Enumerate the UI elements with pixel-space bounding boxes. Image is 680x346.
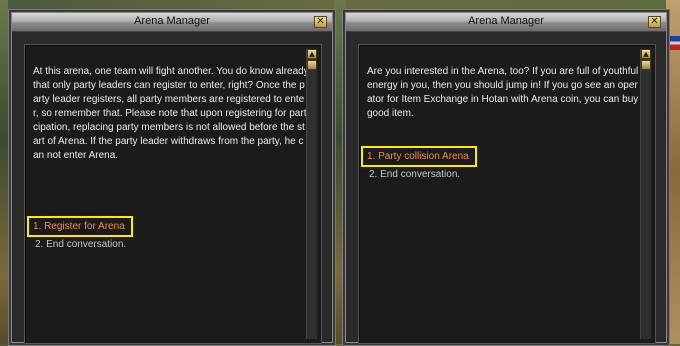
dialog-title: Arena Manager [134, 15, 210, 27]
dialog-title: Arena Manager [468, 15, 544, 27]
close-icon[interactable]: ✕ [314, 16, 327, 28]
scrollbar[interactable]: ▲ [306, 49, 317, 339]
party-collision-arena-option[interactable]: 1. Party collision Arena [361, 146, 477, 167]
scrollbar[interactable]: ▲ [640, 49, 651, 339]
scroll-thumb[interactable] [307, 60, 317, 70]
title-bar[interactable]: Arena Manager ✕ [12, 13, 332, 32]
title-bar[interactable]: Arena Manager ✕ [346, 13, 666, 32]
end-conversation-option[interactable]: 2. End conversation. [33, 237, 128, 252]
close-icon[interactable]: ✕ [648, 16, 661, 28]
arena-manager-dialog-right: Arena Manager ✕ Are you interested in th… [342, 9, 670, 346]
dialog-body-text: At this arena, one team will fight anoth… [33, 66, 309, 161]
scroll-thumb[interactable] [641, 60, 651, 70]
arena-manager-dialog-left: Arena Manager ✕ At this arena, one team … [8, 9, 336, 346]
register-for-arena-option[interactable]: 1. Register for Arena [27, 216, 133, 237]
dialog-options: 1. Party collision Arena 2. End conversa… [361, 146, 477, 182]
dialog-body-text: Are you interested in the Arena, too? If… [367, 66, 639, 119]
background-edge-left [0, 0, 8, 344]
scroll-up-icon[interactable]: ▲ [307, 49, 317, 59]
dialog-content: Are you interested in the Arena, too? If… [358, 44, 656, 344]
end-conversation-option[interactable]: 2. End conversation. [367, 167, 462, 182]
dialog-options: 1. Register for Arena 2. End conversatio… [27, 216, 133, 252]
scroll-up-icon[interactable]: ▲ [641, 49, 651, 59]
dialog-content: At this arena, one team will fight anoth… [24, 44, 322, 344]
